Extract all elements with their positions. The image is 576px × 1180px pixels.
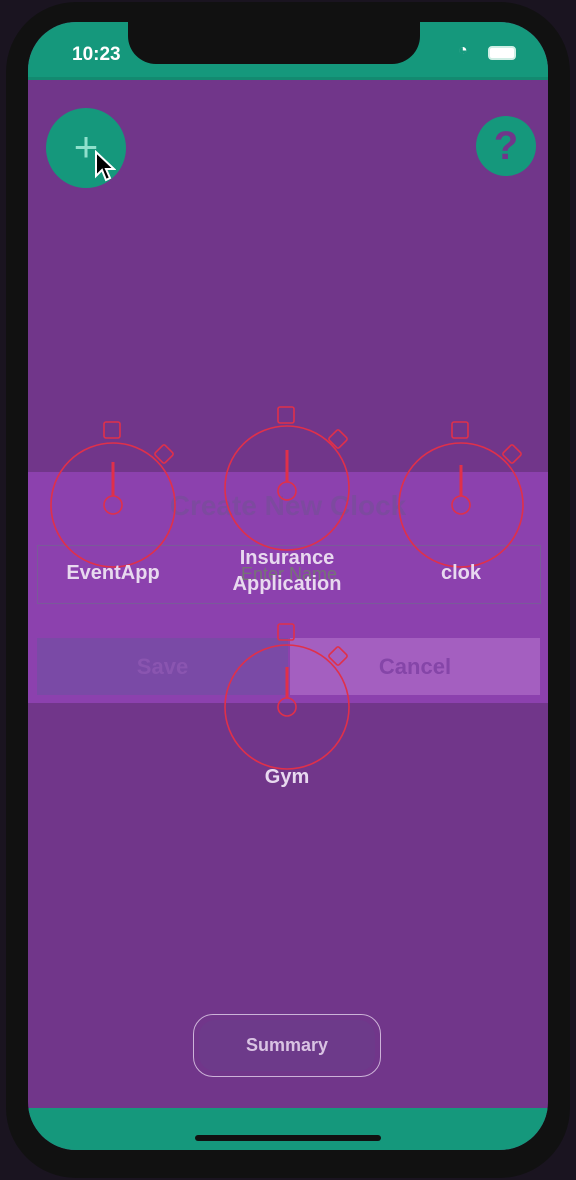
status-time: 10:23 <box>72 44 121 65</box>
clock-item[interactable]: Gym <box>212 622 362 790</box>
clock-item[interactable]: Insurance Application <box>212 405 362 597</box>
wifi-icon: ◔ <box>458 42 468 59</box>
summary-button[interactable]: Summary <box>193 1014 381 1077</box>
app-screen: 10:23 ◔ + ? Create New Clock Save Cancel… <box>28 22 548 1150</box>
clock-label: Gym <box>264 766 310 788</box>
stopwatch-icon <box>224 623 350 770</box>
stopwatch-icon <box>224 406 350 551</box>
clock-label: clok <box>440 562 482 584</box>
clock-item[interactable]: EventApp <box>38 420 188 586</box>
notch <box>128 22 420 64</box>
help-button[interactable]: ? <box>476 116 536 176</box>
status-bar: 10:23 ◔ <box>28 22 548 80</box>
battery-icon <box>488 46 516 60</box>
stopwatch-icon <box>50 421 176 568</box>
mouse-cursor-icon <box>95 150 116 182</box>
bottom-bar <box>28 1108 548 1150</box>
clock-label: Insurance Application <box>232 547 342 595</box>
clock-label: EventApp <box>66 562 160 584</box>
home-indicator[interactable] <box>195 1135 381 1141</box>
summary-label: Summary <box>199 1020 375 1071</box>
stopwatch-icon <box>398 421 524 568</box>
clock-item[interactable]: clok <box>386 420 536 586</box>
